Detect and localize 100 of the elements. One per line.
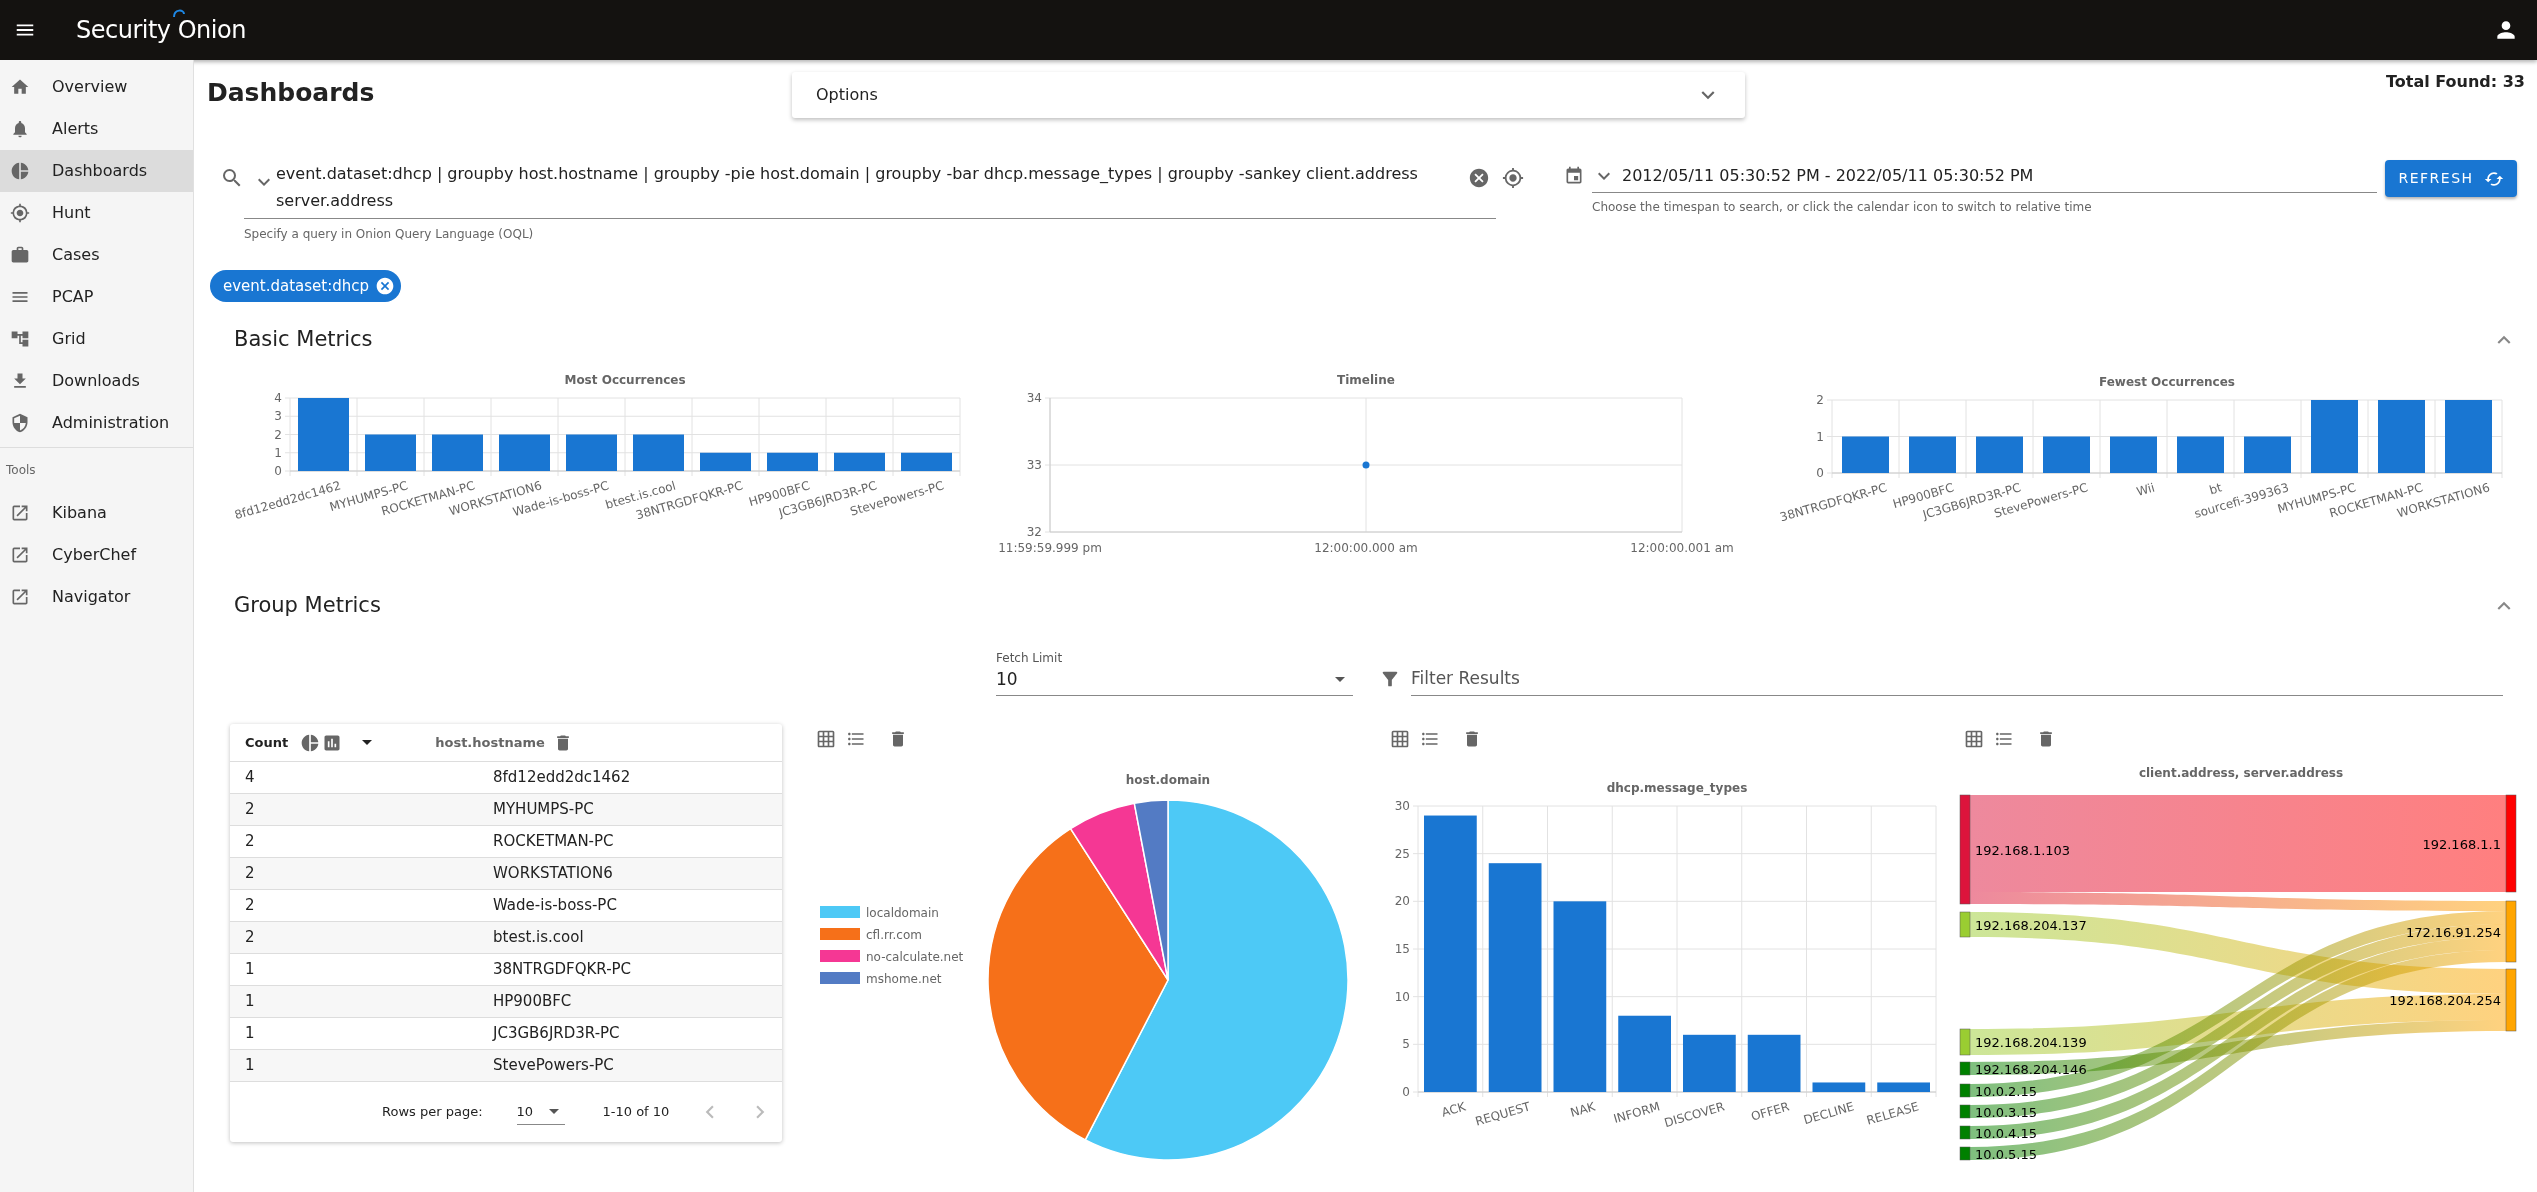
axis-category-label: Wii [2134,480,2157,499]
filter-chip[interactable]: event.dataset:dhcp [210,270,402,302]
table-cell-text: 1 [244,1055,256,1077]
chart-title: Timeline [1337,373,1395,387]
node-label: 192.168.204.146 [1975,1061,2087,1077]
fetch-limit-select[interactable]: Fetch Limit 10 [996,648,1353,696]
sidebar-item[interactable]: Administration [0,402,193,444]
section-heading: Group Metrics [234,592,382,620]
node-label: 172.16.91.254 [2405,924,2501,940]
crosshair-icon [10,203,30,223]
sidebar-item[interactable]: Downloads [0,360,193,402]
table-cell-text: 2 [244,799,256,821]
date-range-field[interactable]: 2012/05/11 05:30:52 PM - 2022/05/11 05:30:52 PM [1592,160,2377,193]
axis-tick-label: 11:59:59.999 pm [998,541,1102,555]
dropdown-arrow-icon [548,1109,559,1114]
sidebar-item[interactable]: Alerts [0,108,193,150]
axis-tick-label: 0 [1816,466,1824,480]
sidebar-item[interactable]: PCAP [0,276,193,318]
pie-chart-icon[interactable] [300,732,321,753]
legend-swatch [820,906,860,918]
calendar-icon[interactable] [1564,166,1584,186]
bar [633,434,684,471]
sort-arrow-icon [362,740,373,745]
chart-title: host.domain [1125,773,1211,787]
table-cell-text: JC3GB6JRD3R-PC [493,1023,620,1045]
axis-tick-label: 34 [1026,391,1042,405]
sidebar-link[interactable]: Kibana [0,492,193,534]
filter-field[interactable]: Filter Results [1411,660,2503,696]
table-cell-text: 2 [244,831,256,853]
node-label: 10.0.2.15 [1975,1083,2038,1099]
table-icon[interactable] [816,729,836,749]
axis-tick-label: 1 [274,445,282,460]
chart-title: client.address, server.address [2137,765,2345,782]
node-label: 192.168.1.1 [2422,836,2501,852]
network-icon [10,329,30,349]
bar [1683,1034,1736,1092]
table-cell-text: 4 [244,767,256,789]
legend-swatch [820,972,860,984]
axis-tick-label: 10 [1394,989,1410,1004]
table-cell-text: 1 [244,991,256,1013]
bar [1842,436,1889,473]
home-icon [10,77,30,97]
axis-tick-label: 32 [1026,525,1042,539]
options-panel[interactable]: Options [792,72,1745,118]
sidebar-link[interactable]: CyberChef [0,534,193,576]
bar [2244,436,2291,473]
axis-category-label: NAK [1568,1099,1597,1120]
column-header[interactable]: Count [230,732,289,753]
column-header[interactable]: host.hostname [435,732,545,753]
axis-category-label: ACK [1440,1099,1468,1120]
bar [2043,436,2090,473]
axis-tick-label: 20 [1394,894,1410,909]
table-icon[interactable] [1390,729,1410,749]
bar [2177,436,2224,473]
axis-tick-label: 25 [1394,846,1410,861]
bar [1909,436,1956,473]
sidebar-item[interactable]: Overview [0,66,193,108]
bar [1747,1034,1801,1092]
section-heading: Basic Metrics [234,326,374,354]
axis-tick-label: 1 [1816,429,1824,444]
table-cell-text: 1 [244,1023,256,1045]
table-cell-text: Wade-is-boss-PC [493,895,617,917]
chart-title: Most Occurrences [564,373,686,387]
legend-label: localdomain [866,906,939,920]
sidebar-item[interactable]: Hunt [0,192,193,234]
bar [1812,1082,1866,1092]
sidebar-item[interactable]: Cases [0,234,193,276]
sidebar-item[interactable]: Dashboards [0,150,193,192]
crosshair-icon[interactable] [1502,167,1524,189]
chart-title: dhcp.message_types [1606,781,1748,795]
axis-tick-label: 2 [274,427,282,442]
node-label: 192.168.204.137 [1975,917,2087,933]
remove-icon[interactable] [375,276,396,296]
bell-icon [10,119,30,139]
axis-tick-label: 12:00:00.001 am [1630,541,1734,555]
rows-per-page-label: Rows per page: [382,1103,483,1122]
refresh-button[interactable]: REFRESH [2385,160,2517,197]
table-cell-text: 1 [244,959,256,981]
node-label: 192.168.1.103 [1975,842,2071,858]
page-title: Dashboards [207,77,376,109]
bar [499,434,550,471]
axis-tick-label: 0 [274,464,282,478]
data-point [1362,461,1370,469]
node-label: 192.168.204.139 [1975,1035,2087,1050]
legend-label: cfl.rr.com [866,928,922,942]
table-cell-text: 38NTRGDFQKR-PC [493,959,632,981]
clear-icon[interactable] [1468,167,1490,189]
rows-per-page-select[interactable]: 10 [516,1099,565,1125]
axis-tick-label: 33 [1026,458,1042,472]
bar [1976,436,2023,473]
external-link-icon [10,545,30,565]
axis-tick-label: 3 [274,409,282,424]
tools-heading: Tools [5,462,37,479]
table-cell-text: HP900BFC [493,991,572,1013]
table-icon[interactable] [1964,729,1984,749]
sidebar-item[interactable]: Grid [0,318,193,360]
table-cell-text: WORKSTATION6 [493,863,613,885]
table-cell-text: 8fd12edd2dc1462 [493,767,631,789]
legend-label: mshome.net [866,972,942,986]
sidebar-link[interactable]: Navigator [0,576,193,618]
